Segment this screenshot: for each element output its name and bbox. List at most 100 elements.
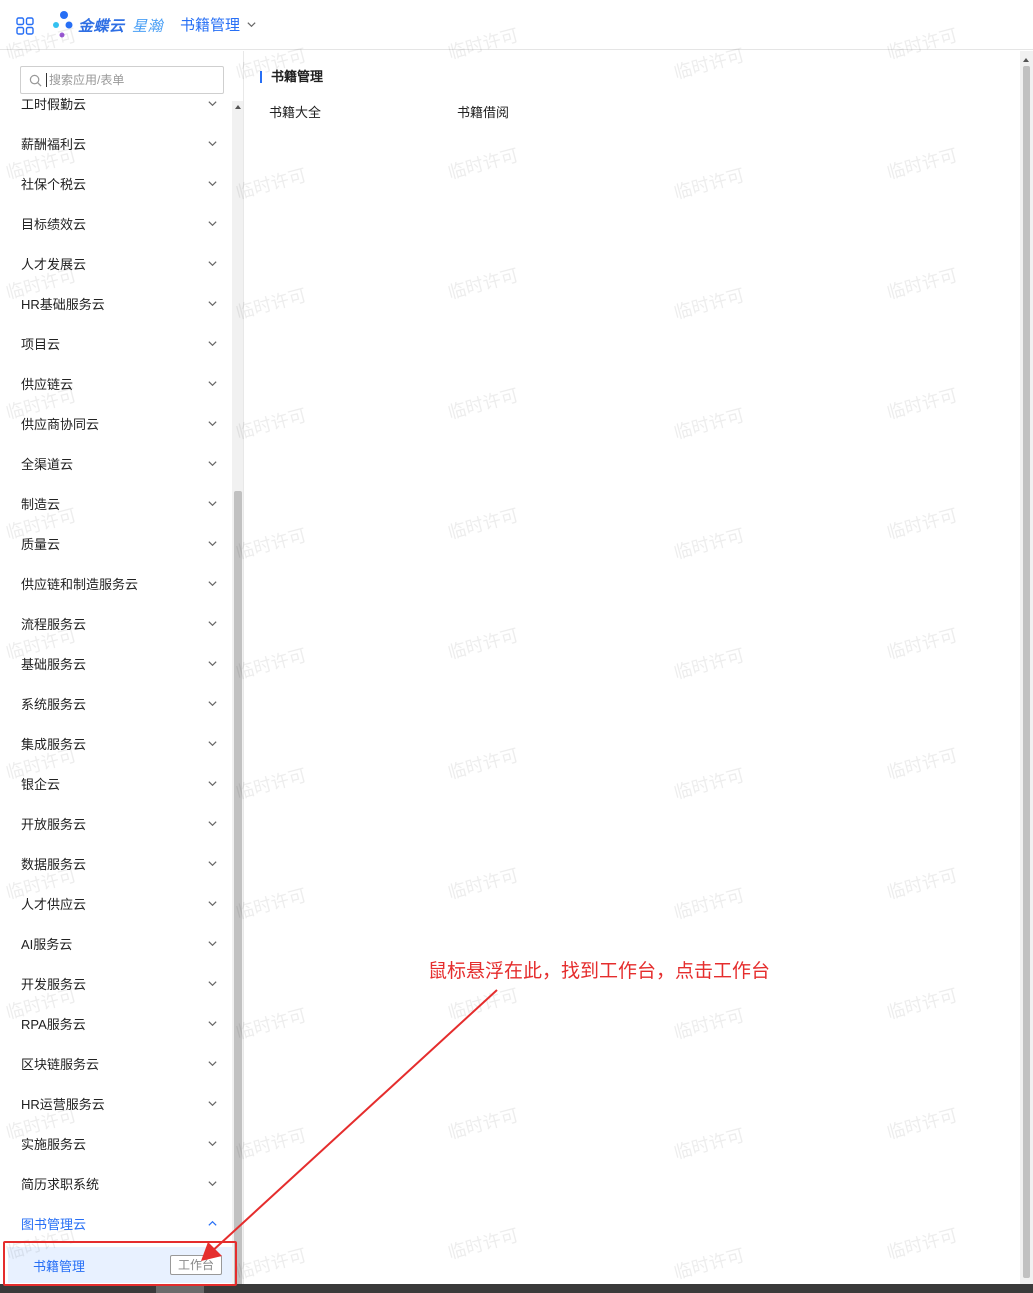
chevron-down-icon bbox=[208, 1140, 217, 1146]
sidebar-item-label: 流程服务云 bbox=[21, 616, 87, 632]
chevron-down-icon bbox=[208, 1060, 217, 1066]
sidebar-item-label: RPA服务云 bbox=[21, 1016, 86, 1032]
sidebar-item[interactable]: 薪酬福利云 bbox=[0, 123, 232, 163]
sidebar-item[interactable]: 人才供应云 bbox=[0, 883, 232, 923]
sidebar: 工时假勤云薪酬福利云社保个税云目标绩效云人才发展云 HR基础服务云项目云供应链云供… bbox=[0, 51, 244, 1293]
sidebar-item[interactable]: 基础服务云 bbox=[0, 643, 232, 683]
app-grid-icon[interactable] bbox=[16, 17, 34, 35]
sidebar-item[interactable]: 社保个税云 bbox=[0, 163, 232, 203]
sidebar-item[interactable]: 供应链云 bbox=[0, 363, 232, 403]
sidebar-item-label: 质量云 bbox=[21, 536, 61, 552]
sidebar-item[interactable]: HR运营服务云 bbox=[0, 1083, 232, 1123]
sidebar-item-label: 简历求职系统 bbox=[21, 1176, 100, 1192]
sidebar-item-label: 供应商协同云 bbox=[21, 416, 100, 432]
chevron-down-icon bbox=[208, 1100, 217, 1106]
link-book-borrow[interactable]: 书籍借阅 bbox=[457, 102, 509, 121]
chevron-down-icon bbox=[208, 220, 217, 226]
chevron-down-icon bbox=[208, 140, 217, 146]
search-icon bbox=[29, 74, 42, 86]
sidebar-item[interactable]: AI服务云 bbox=[0, 923, 232, 963]
sidebar-item[interactable]: 集成服务云 bbox=[0, 723, 232, 763]
sidebar-item[interactable]: 供应商协同云 bbox=[0, 403, 232, 443]
scroll-up-icon[interactable] bbox=[235, 105, 241, 109]
logo-mark-icon bbox=[53, 11, 73, 38]
horizontal-scroll-thumb[interactable] bbox=[156, 1286, 204, 1293]
workbench-button[interactable]: 工作台 bbox=[169, 1255, 222, 1275]
chevron-down-icon bbox=[208, 460, 217, 466]
scroll-up-icon[interactable] bbox=[1023, 58, 1029, 62]
link-book-catalog[interactable]: 书籍大全 bbox=[269, 102, 321, 121]
chevron-down-icon bbox=[208, 540, 217, 546]
sidebar-item[interactable]: 流程服务云 bbox=[0, 603, 232, 643]
sidebar-item[interactable]: 目标绩效云 bbox=[0, 203, 232, 243]
chevron-down-icon bbox=[208, 300, 217, 306]
sidebar-item[interactable]: 制造云 bbox=[0, 483, 232, 523]
sidebar-item[interactable]: 银企云 bbox=[0, 763, 232, 803]
sidebar-item[interactable]: 质量云 bbox=[0, 523, 232, 563]
chevron-down-icon bbox=[208, 780, 217, 786]
chevron-down-icon bbox=[208, 100, 217, 106]
sidebar-item[interactable]: 简历求职系统 bbox=[0, 1163, 232, 1203]
sidebar-subitem-label: 书籍管理 bbox=[33, 1258, 86, 1274]
search-input[interactable] bbox=[46, 73, 216, 87]
chevron-down-icon bbox=[208, 980, 217, 986]
brand-name: 金蝶云 bbox=[78, 18, 125, 35]
chevron-down-icon bbox=[208, 620, 217, 626]
sidebar-item-label: 供应链和制造服务云 bbox=[21, 576, 139, 592]
sidebar-item[interactable]: 工时假勤云 bbox=[0, 88, 232, 123]
current-app-dropdown[interactable]: 书籍管理 bbox=[180, 0, 257, 50]
sidebar-item[interactable]: 供应链和制造服务云 bbox=[0, 563, 232, 603]
sidebar-item-label: 人才供应云 bbox=[21, 896, 87, 912]
sidebar-item-label: 目标绩效云 bbox=[21, 216, 87, 232]
chevron-down-icon bbox=[208, 1180, 217, 1186]
top-bar: 金蝶云 星瀚 书籍管理 bbox=[0, 0, 1033, 50]
chevron-down-icon bbox=[208, 1020, 217, 1026]
sidebar-item-label: HR基础服务云 bbox=[21, 296, 105, 312]
sidebar-subitem-book-management[interactable]: 书籍管理 工作台 bbox=[8, 1247, 232, 1283]
sidebar-item[interactable]: 项目云 bbox=[0, 323, 232, 363]
horizontal-scrollbar[interactable] bbox=[0, 1284, 1033, 1293]
chevron-down-icon bbox=[208, 420, 217, 426]
app-menu-list: 工时假勤云薪酬福利云社保个税云目标绩效云人才发展云 HR基础服务云项目云 供应链云供… bbox=[0, 88, 232, 1243]
sidebar-item[interactable]: 开放服务云 bbox=[0, 803, 232, 843]
sidebar-item[interactable]: 数据服务云 bbox=[0, 843, 232, 883]
annotation-text: 鼠标悬浮在此，找到工作台，点击工作台 bbox=[428, 961, 771, 982]
sidebar-item-label: 基础服务云 bbox=[21, 656, 87, 672]
sidebar-item-label: HR运营服务云 bbox=[21, 1096, 105, 1112]
chevron-down-icon bbox=[208, 340, 217, 346]
sidebar-item[interactable]: 系统服务云 bbox=[0, 683, 232, 723]
sidebar-item[interactable]: RPA服务云 bbox=[0, 1003, 232, 1043]
sidebar-item-label: 区块链服务云 bbox=[21, 1056, 100, 1072]
sidebar-item-label: 薪酬福利云 bbox=[21, 136, 87, 152]
sidebar-item-label: 全渠道云 bbox=[21, 456, 74, 472]
section-title: 书籍管理 bbox=[260, 70, 323, 83]
sidebar-item-label: 图书管理云 bbox=[21, 1216, 87, 1232]
sidebar-item[interactable]: 图书管理云 bbox=[0, 1203, 232, 1243]
sidebar-item-label: 系统服务云 bbox=[21, 696, 87, 712]
brand-logo[interactable]: 金蝶云 星瀚 bbox=[52, 10, 167, 40]
sidebar-item-label: 实施服务云 bbox=[21, 1136, 87, 1152]
chevron-down-icon bbox=[247, 21, 256, 27]
chevron-down-icon bbox=[208, 700, 217, 706]
main-scrollbar[interactable] bbox=[1020, 51, 1033, 1284]
sidebar-item[interactable]: 全渠道云 bbox=[0, 443, 232, 483]
sidebar-item-label: 社保个税云 bbox=[21, 176, 87, 192]
chevron-down-icon bbox=[208, 740, 217, 746]
chevron-down-icon bbox=[208, 580, 217, 586]
sidebar-item[interactable]: 开发服务云 bbox=[0, 963, 232, 1003]
main-scroll-thumb[interactable] bbox=[1023, 66, 1030, 1278]
chevron-down-icon bbox=[208, 860, 217, 866]
sidebar-scrollbar[interactable] bbox=[232, 101, 243, 1293]
chevron-down-icon bbox=[208, 260, 217, 266]
sidebar-item[interactable]: HR基础服务云 bbox=[0, 283, 232, 323]
main-content: 书籍管理 书籍大全 书籍借阅 bbox=[245, 51, 1020, 1284]
sidebar-item-label: 制造云 bbox=[21, 496, 61, 512]
sidebar-scroll-thumb[interactable] bbox=[234, 491, 242, 1291]
sidebar-item[interactable]: 区块链服务云 bbox=[0, 1043, 232, 1083]
sidebar-item[interactable]: 人才发展云 bbox=[0, 243, 232, 283]
sidebar-item-label: 开放服务云 bbox=[21, 816, 87, 832]
chevron-down-icon bbox=[208, 500, 217, 506]
sidebar-item-label: 银企云 bbox=[21, 776, 61, 792]
current-app-label: 书籍管理 bbox=[180, 16, 241, 34]
sidebar-item[interactable]: 实施服务云 bbox=[0, 1123, 232, 1163]
